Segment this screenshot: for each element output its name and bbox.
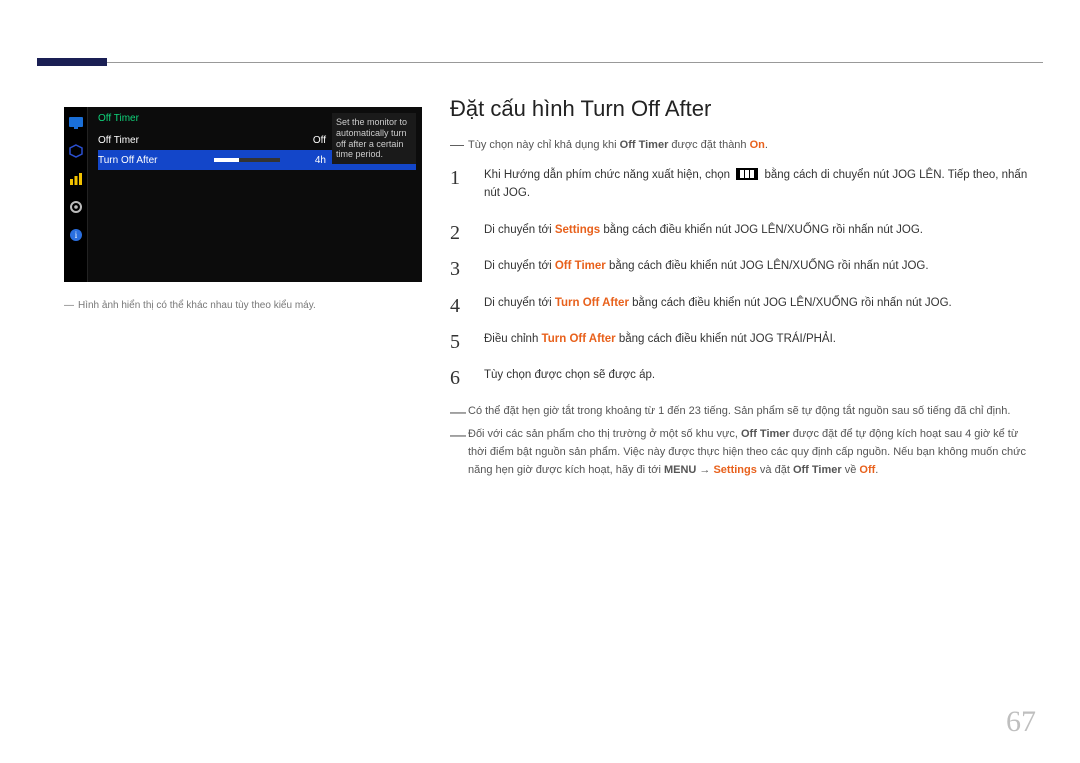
page-heading: Đặt cấu hình Turn Off After bbox=[450, 96, 1033, 122]
step-number: 5 bbox=[450, 326, 460, 358]
bottom-notes: ―Có thể đặt hẹn giờ tắt trong khoảng từ … bbox=[450, 403, 1033, 479]
osd-menu-illustration: i Off Timer Off Timer Off Turn Off After… bbox=[64, 107, 422, 282]
monitor-icon bbox=[64, 111, 88, 135]
left-column: i Off Timer Off Timer Off Turn Off After… bbox=[64, 107, 424, 311]
info-icon: i bbox=[64, 223, 88, 247]
page: i Off Timer Off Timer Off Turn Off After… bbox=[0, 0, 1080, 763]
step-4: 4 Di chuyển tới Turn Off After bằng cách… bbox=[450, 294, 1033, 312]
dash-icon: ― bbox=[450, 400, 466, 426]
osd-body: Off Timer Off Timer Off Turn Off After 4… bbox=[88, 107, 422, 282]
availability-note: ―Tùy chọn này chỉ khả dụng khi Off Timer… bbox=[450, 136, 1033, 152]
bottom-note-1: ―Có thể đặt hẹn giờ tắt trong khoảng từ … bbox=[450, 403, 1033, 421]
osd-description: Set the monitor to automatically turn of… bbox=[332, 113, 416, 164]
osd-row-label: Turn Off After bbox=[98, 155, 208, 166]
osd-row-value: Off bbox=[286, 135, 326, 146]
step-number: 3 bbox=[450, 253, 460, 285]
dash-icon: ― bbox=[64, 300, 74, 311]
step-number: 6 bbox=[450, 362, 460, 394]
step-number: 2 bbox=[450, 217, 460, 249]
gear-icon bbox=[64, 195, 88, 219]
osd-row-label: Off Timer bbox=[98, 135, 208, 146]
image-disclaimer-note: ― Hình ảnh hiển thị có thể khác nhau tùy … bbox=[64, 300, 424, 311]
osd-sidebar: i bbox=[64, 107, 88, 282]
top-divider bbox=[37, 62, 1043, 63]
step-3: 3 Di chuyển tới Off Timer bằng cách điều… bbox=[450, 257, 1033, 275]
page-number: 67 bbox=[1006, 705, 1036, 739]
dash-icon: ― bbox=[450, 423, 466, 449]
step-number: 4 bbox=[450, 290, 460, 322]
osd-slider-fill bbox=[214, 158, 239, 162]
step-1: 1 Khi Hướng dẫn phím chức năng xuất hiện… bbox=[450, 166, 1033, 203]
osd-slider bbox=[214, 158, 280, 162]
top-divider-accent bbox=[37, 58, 107, 66]
step-number: 1 bbox=[450, 162, 460, 194]
menu-key-icon bbox=[736, 168, 758, 180]
dash-icon: ― bbox=[450, 136, 464, 152]
steps-list: 1 Khi Hướng dẫn phím chức năng xuất hiện… bbox=[450, 166, 1033, 385]
hexagon-icon bbox=[64, 139, 88, 163]
step-5: 5 Điều chỉnh Turn Off After bằng cách đi… bbox=[450, 330, 1033, 348]
bars-icon bbox=[64, 167, 88, 191]
bottom-note-2: ―Đối với các sản phẩm cho thị trường ở m… bbox=[450, 426, 1033, 479]
right-column: Đặt cấu hình Turn Off After ―Tùy chọn nà… bbox=[450, 96, 1033, 485]
step-2: 2 Di chuyển tới Settings bằng cách điều … bbox=[450, 221, 1033, 239]
osd-row-value: 4h bbox=[286, 155, 326, 166]
image-disclaimer-text: Hình ảnh hiển thị có thể khác nhau tùy t… bbox=[78, 300, 316, 311]
step-6: 6 Tùy chọn được chọn sẽ được áp. bbox=[450, 366, 1033, 384]
